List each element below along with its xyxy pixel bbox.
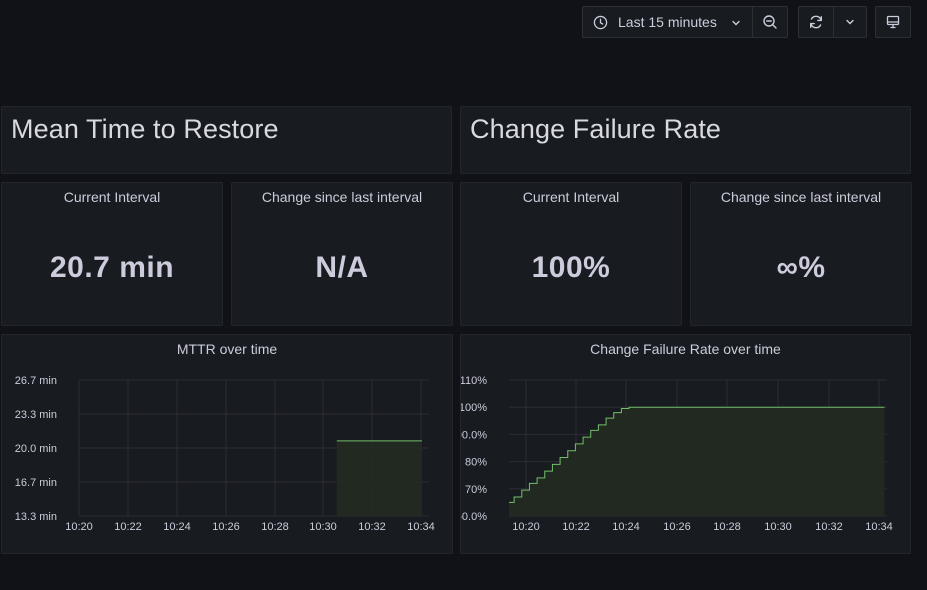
y-tick-label: 100% [461,402,487,414]
chevron-down-icon [730,17,742,29]
x-tick-label: 10:34 [865,521,893,533]
x-tick-label: 10:28 [713,521,741,533]
zoom-out-icon [762,14,778,30]
y-tick-label: 90.0% [461,429,487,441]
zoom-out-button[interactable] [752,6,788,38]
x-tick-label: 10:26 [663,521,691,533]
x-tick-label: 10:24 [612,521,640,533]
dashboard-toolbar: Last 15 minutes [582,6,911,38]
refresh-interval-dropdown[interactable] [833,6,867,38]
cfr-chart: 60.0% 70% 80% 90.0% 100% 110% 10:20 10:22 10:24 1… [461,375,893,533]
tv-mode-icon [885,14,901,30]
y-tick-label: 70% [465,484,487,496]
mttr-current-stat-panel: Current Interval 20.7 min [1,182,223,326]
y-tick-label: 26.7 min [15,375,57,387]
mttr-change-stat-panel: Change since last interval N/A [231,182,453,326]
chevron-down-icon [844,16,856,28]
y-tick-label: 60.0% [461,511,487,523]
refresh-icon [808,14,824,30]
x-tick-label: 10:32 [358,521,386,533]
series-area [336,440,422,516]
x-tick-label: 10:22 [562,521,590,533]
cfr-change-stat-panel: Change since last interval ∞% [690,182,912,326]
x-tick-label: 10:34 [407,521,435,533]
section-title: Mean Time to Restore [11,114,279,144]
cfr-current-stat-panel: Current Interval 100% [460,182,682,326]
y-tick-label: 110% [461,375,487,387]
stat-title: Change since last interval [261,189,423,205]
x-tick-label: 10:26 [212,521,240,533]
y-tick-label: 16.7 min [15,477,57,489]
y-tick-label: 80% [465,457,487,469]
x-tick-label: 10:20 [512,521,540,533]
mttr-chart: 13.3 min 16.7 min 20.0 min 23.3 min 26.7 min… [15,375,435,533]
stat-value: 100% [531,251,611,284]
cfr-header-panel: Change Failure Rate [460,106,911,174]
stat-title: Current Interval [63,189,161,205]
x-tick-label: 10:20 [65,521,93,533]
refresh-button[interactable] [798,6,834,38]
x-tick-label: 10:28 [261,521,289,533]
series-area [509,407,885,516]
section-title: Change Failure Rate [470,114,722,144]
stat-title: Current Interval [522,189,620,205]
tv-mode-button[interactable] [875,6,911,38]
x-tick-label: 10:24 [163,521,191,533]
stat-value: 20.7 min [49,251,175,284]
clock-icon [593,15,608,30]
y-tick-label: 13.3 min [15,511,57,523]
x-tick-label: 10:30 [764,521,792,533]
y-tick-label: 23.3 min [15,409,57,421]
y-tick-label: 20.0 min [15,443,57,455]
mttr-header-panel: Mean Time to Restore [1,106,452,174]
x-tick-label: 10:22 [114,521,142,533]
stat-title: Change since last interval [720,189,882,205]
x-tick-label: 10:30 [309,521,337,533]
time-range-label: Last 15 minutes [618,14,717,30]
stat-value: ∞% [776,251,826,284]
mttr-chart-panel: MTTR over time 13.3 min 16.7 min 20.0 min 2… [1,334,453,554]
cfr-chart-panel: Change Failure Rate over time 60.0%70%80… [460,334,911,554]
stat-value: N/A [315,251,369,284]
x-tick-label: 10:32 [815,521,843,533]
time-range-picker[interactable]: Last 15 minutes [582,6,753,38]
